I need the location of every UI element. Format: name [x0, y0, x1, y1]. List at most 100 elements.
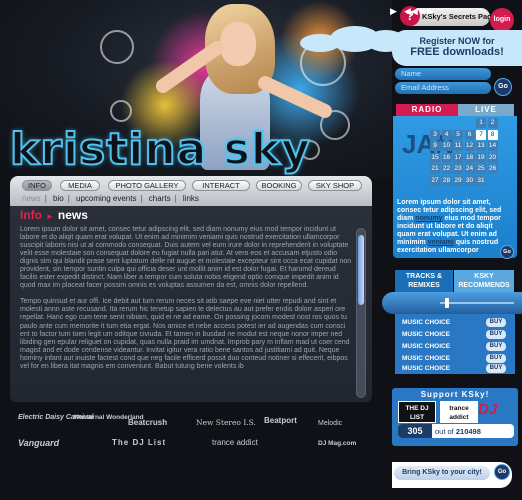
- calendar-day[interactable]: 26: [487, 164, 498, 174]
- calendar-day[interactable]: 27: [430, 175, 440, 186]
- calendar-day[interactable]: 3: [430, 129, 440, 140]
- news-scrollbar[interactable]: [356, 228, 366, 398]
- sponsor-logo[interactable]: New Stereo I.S.: [196, 418, 256, 427]
- buy-button[interactable]: BUY: [486, 364, 506, 373]
- news-paragraph: Lorem ipsum dolor sit amet, consec tetur…: [20, 226, 352, 290]
- register-go-button[interactable]: Go: [494, 78, 512, 96]
- calendar-day[interactable]: 2: [487, 118, 498, 128]
- subnav: news | bio | upcoming events | charts | link…: [22, 194, 199, 203]
- subnav-charts[interactable]: charts: [149, 194, 171, 203]
- calendar-day[interactable]: 13: [476, 141, 486, 151]
- calendar-day[interactable]: 31: [476, 175, 486, 186]
- track-title[interactable]: MUSIC CHOICE: [402, 331, 450, 338]
- nav-info[interactable]: INFO: [22, 180, 52, 191]
- nav-sky-shop[interactable]: SKY SHOP: [308, 180, 362, 191]
- register-line2: FREE downloads!: [410, 46, 504, 58]
- buy-button[interactable]: BUY: [486, 354, 506, 363]
- site-logo[interactable]: kristina sky: [9, 127, 311, 173]
- tab-radio[interactable]: RADIO: [396, 104, 458, 116]
- track-title[interactable]: MUSIC CHOICE: [402, 343, 450, 350]
- register-banner: Register NOW for FREE downloads!: [392, 30, 522, 66]
- calendar-day[interactable]: 1: [476, 118, 486, 128]
- track-progress-bar[interactable]: [440, 302, 514, 304]
- calendar-day[interactable]: 14: [487, 141, 498, 151]
- sponsor-logo[interactable]: DJ Mag.com: [318, 440, 356, 447]
- track-item[interactable]: MUSIC CHOICE BUY: [402, 329, 508, 340]
- buy-button[interactable]: BUY: [486, 342, 506, 351]
- calendar-day[interactable]: 19: [476, 152, 486, 163]
- tab-tracks-remixes[interactable]: TRACKS & REMIXES: [395, 270, 453, 292]
- calendar-description: Lorem ipsum dolor sit amet, consec tetur…: [397, 199, 513, 255]
- calendar-day[interactable]: 15: [430, 152, 440, 163]
- sponsor-logo[interactable]: Melodic: [318, 420, 342, 427]
- track-item[interactable]: MUSIC CHOICE BUY: [402, 317, 508, 328]
- news-body: Lorem ipsum dolor sit amet, consec tetur…: [20, 226, 352, 379]
- play-icon[interactable]: ▶: [390, 5, 397, 17]
- calendar-day[interactable]: 10: [441, 141, 452, 151]
- calendar-link[interactable]: veniami: [428, 239, 454, 246]
- calendar-day[interactable]: 28: [441, 175, 452, 186]
- vote-total: 210498: [455, 427, 481, 436]
- bring-go-button[interactable]: Go: [494, 464, 510, 480]
- calendar-day[interactable]: 30: [464, 175, 475, 186]
- login-button[interactable]: login: [490, 8, 514, 32]
- bring-ksky-button[interactable]: Bring KSky to your city!: [394, 466, 490, 480]
- email-field[interactable]: Email Address: [395, 82, 491, 94]
- calendar-day[interactable]: 25: [476, 164, 486, 174]
- scrollbar-thumb[interactable]: [358, 235, 364, 305]
- calendar-day[interactable]: 22: [441, 164, 452, 174]
- page-name: news: [57, 208, 88, 222]
- nav-media[interactable]: MEDIA: [60, 180, 100, 191]
- subnav-upcoming-events[interactable]: upcoming events: [76, 194, 136, 203]
- nav-booking[interactable]: BOOKING: [256, 180, 302, 191]
- sponsor-logo[interactable]: Beatport: [264, 416, 297, 425]
- nav-interact[interactable]: INTERACT: [192, 180, 250, 191]
- calendar-day[interactable]: 16: [441, 152, 452, 163]
- calendar-link[interactable]: nonumy: [415, 215, 442, 222]
- calendar-day[interactable]: 23: [453, 164, 463, 174]
- calendar-day[interactable]: 9: [430, 141, 440, 151]
- buy-button[interactable]: BUY: [486, 330, 506, 339]
- calendar-day[interactable]: 6: [464, 129, 475, 140]
- rewind-icon[interactable]: ◀◀: [404, 5, 418, 17]
- calendar-day[interactable]: 12: [464, 141, 475, 151]
- track-title[interactable]: MUSIC CHOICE: [402, 319, 450, 326]
- djmag-logo[interactable]: DJ: [478, 401, 502, 419]
- sponsor-logo[interactable]: Vanguard: [18, 438, 59, 448]
- calendar-day[interactable]: 7: [476, 129, 486, 140]
- subnav-links[interactable]: links: [183, 194, 199, 203]
- calendar-day[interactable]: 21: [430, 164, 440, 174]
- vote-out-of: out of: [435, 427, 454, 436]
- news-paragraph: Tempo quinsud et aur offi. Ice debit aut…: [20, 298, 350, 370]
- tab-live[interactable]: LIVE: [458, 104, 514, 116]
- calendar-day[interactable]: 5: [453, 129, 463, 140]
- calendar-day[interactable]: 24: [464, 164, 475, 174]
- nav-photo-gallery[interactable]: PHOTO GALLERY: [108, 180, 186, 191]
- track-item[interactable]: MUSIC CHOICE BUY: [402, 363, 508, 374]
- register-line1: Register NOW for: [419, 36, 495, 46]
- track-item[interactable]: MUSIC CHOICE BUY: [402, 341, 508, 352]
- buy-button[interactable]: BUY: [486, 318, 506, 327]
- progress-handle[interactable]: [445, 298, 450, 308]
- calendar-go-button[interactable]: Go: [500, 245, 514, 259]
- calendar-day[interactable]: 4: [441, 129, 452, 140]
- calendar-day[interactable]: 18: [464, 152, 475, 163]
- track-title[interactable]: MUSIC CHOICE: [402, 365, 450, 372]
- tab-ksky-recommends[interactable]: KSKY RECOMMENDS: [454, 270, 514, 292]
- name-field[interactable]: Name: [395, 68, 491, 80]
- djlist-logo[interactable]: THE DJ LIST: [398, 401, 436, 423]
- subnav-news[interactable]: news: [22, 194, 41, 203]
- track-title[interactable]: MUSIC CHOICE: [402, 355, 450, 362]
- subnav-bio[interactable]: bio: [53, 194, 64, 203]
- calendar-day[interactable]: 8: [487, 129, 498, 140]
- forward-icon[interactable]: ▶▶: [420, 5, 434, 17]
- calendar-day[interactable]: 17: [453, 152, 463, 163]
- calendar-day[interactable]: 20: [487, 152, 498, 163]
- sponsor-logo[interactable]: trance addict: [212, 438, 258, 447]
- tranceaddict-logo[interactable]: trance addict: [440, 401, 478, 423]
- news-panel: Info ► news Lorem ipsum dolor sit amet, co…: [10, 206, 372, 402]
- calendar-day[interactable]: 29: [453, 175, 463, 186]
- sponsor-logo[interactable]: The DJ List: [112, 438, 166, 447]
- sponsor-logo[interactable]: Beatcrush: [128, 418, 167, 427]
- calendar-day[interactable]: 11: [453, 141, 463, 151]
